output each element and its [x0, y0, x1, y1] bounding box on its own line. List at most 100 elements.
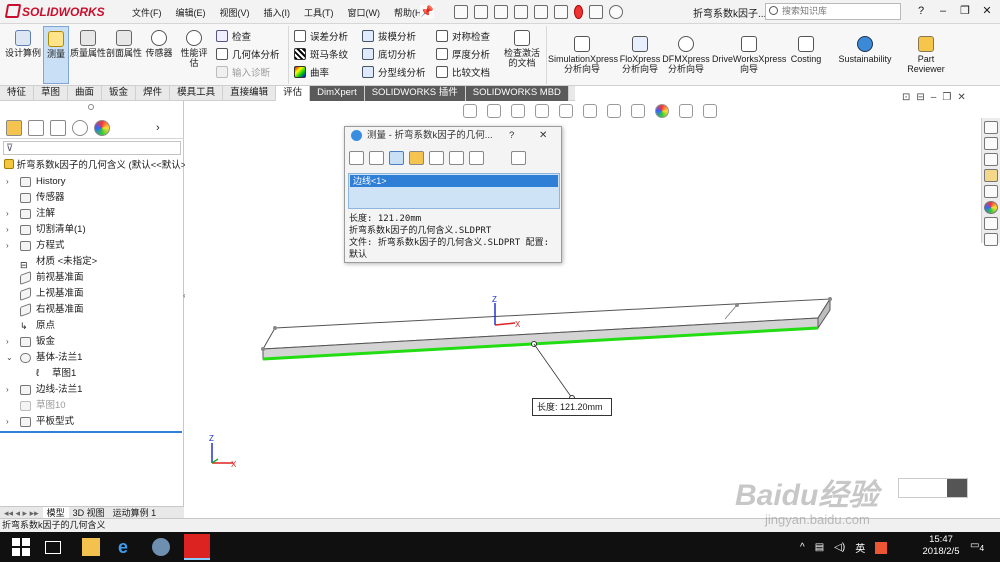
previous-view-icon[interactable]	[511, 104, 525, 118]
clock[interactable]: 15:47 2018/2/5	[918, 534, 964, 558]
tree-item-sensors[interactable]: 传感器	[0, 190, 184, 206]
solidworks-taskbar-icon[interactable]	[184, 534, 210, 560]
simulationxpress-button[interactable]: SimulationXpress 分析向导	[548, 36, 618, 74]
point-to-point-icon[interactable]	[409, 151, 424, 165]
section-view-icon[interactable]	[535, 104, 549, 118]
help-icon[interactable]: ?	[910, 5, 932, 17]
close-button[interactable]: ✕	[976, 4, 998, 17]
tab-features[interactable]: 特征	[0, 86, 35, 101]
undercut-analysis-button[interactable]: 底切分析	[362, 47, 416, 61]
check-active-document-button[interactable]: 检查激活的文档	[500, 30, 544, 68]
zoom-area-icon[interactable]	[487, 104, 501, 118]
display-manager-tab-icon[interactable]	[94, 119, 110, 136]
print-icon[interactable]	[513, 5, 528, 19]
measure-history-icon[interactable]	[449, 151, 464, 165]
symmetry-check-button[interactable]: 对称检查	[436, 29, 490, 43]
minimize-button[interactable]: –	[932, 5, 954, 17]
undo-icon[interactable]	[533, 5, 548, 19]
tab-solidworks-addins[interactable]: SOLIDWORKS 插件	[364, 86, 466, 101]
select-icon[interactable]	[553, 5, 568, 19]
curvature-button[interactable]: 曲率	[294, 65, 329, 79]
restore-button[interactable]: ❐	[954, 4, 976, 17]
tab-dimxpert[interactable]: DimXpert	[310, 86, 365, 101]
costing-button[interactable]: Costing	[786, 36, 826, 64]
draft-analysis-button[interactable]: 拔模分析	[362, 29, 416, 43]
tab-sheet-metal[interactable]: 钣金	[102, 86, 137, 101]
menu-window[interactable]: 窗口(W)	[348, 6, 381, 19]
save-icon[interactable]	[493, 5, 508, 19]
panel-grip-icon[interactable]	[88, 104, 94, 110]
vp-restore-button[interactable]: ❐	[942, 92, 951, 103]
floxpress-button[interactable]: FloXpress 分析向导	[618, 36, 662, 74]
edge-browser-icon[interactable]: e	[118, 538, 136, 556]
xyz-delta-icon[interactable]	[389, 151, 404, 165]
tree-item-annotations[interactable]: › 注解	[0, 206, 184, 222]
menu-tools[interactable]: 工具(T)	[304, 6, 334, 19]
tab-weldments[interactable]: 焊件	[136, 86, 171, 101]
tab-nav-arrows[interactable]: ◂◂ ◂ ▸ ▸▸	[0, 507, 43, 519]
file-explorer-icon[interactable]	[984, 169, 998, 182]
panel-next-icon[interactable]: ›	[156, 122, 160, 134]
dfmxpress-button[interactable]: DFMXpress 分析向导	[662, 36, 710, 74]
tree-item-equations[interactable]: › 方程式	[0, 238, 184, 254]
windows-start-icon[interactable]	[12, 538, 30, 556]
vp-close-button[interactable]: ✕	[957, 92, 965, 103]
measure-help-button[interactable]: ?	[509, 127, 514, 144]
edit-appearance-icon[interactable]	[655, 104, 669, 118]
search-input[interactable]: 搜索知识库	[765, 3, 901, 20]
hide-show-items-icon[interactable]	[631, 104, 645, 118]
driveworksxpress-button[interactable]: DriveWorksXpress 向导	[712, 36, 786, 74]
create-sensor-icon[interactable]	[469, 151, 484, 165]
measure-title-bar[interactable]: 测量 - 折弯系数k因子的几何... ? ✕	[345, 127, 561, 144]
parting-line-analysis-button[interactable]: 分型线分析	[362, 65, 426, 79]
property-manager-tab-icon[interactable]	[28, 119, 44, 136]
tree-item-edge-flange[interactable]: › 边线-法兰1	[0, 382, 184, 398]
app-icon[interactable]	[152, 538, 170, 556]
compare-documents-button[interactable]: 比较文档	[436, 65, 490, 79]
sheet-metal-part[interactable]	[261, 297, 832, 361]
selection-list[interactable]: 边线<1>	[348, 173, 560, 209]
file-explorer-icon[interactable]	[82, 538, 100, 556]
resources-icon[interactable]	[984, 137, 998, 150]
configuration-manager-tab-icon[interactable]	[50, 119, 66, 136]
zoom-fit-icon[interactable]	[463, 104, 477, 118]
tab-direct-editing[interactable]: 直接编辑	[223, 86, 277, 101]
apply-scene-icon[interactable]	[679, 104, 693, 118]
measure-button[interactable]: 测量	[43, 26, 69, 84]
sogou-icon[interactable]	[875, 541, 888, 554]
tree-item-history[interactable]: › History	[0, 174, 184, 190]
expand-collapse-icon[interactable]	[511, 151, 526, 165]
design-study-button[interactable]: 设计算例	[4, 30, 42, 58]
tab-solidworks-mbd[interactable]: SOLIDWORKS MBD	[465, 86, 569, 101]
section-properties-button[interactable]: 剖面属性	[106, 30, 142, 58]
volume-icon[interactable]: ◁)	[834, 542, 845, 553]
view-palette-icon[interactable]	[984, 185, 998, 198]
tree-item-cutlist[interactable]: › 切割清单(1)	[0, 222, 184, 238]
rollback-bar[interactable]	[0, 431, 182, 433]
tree-item-top-plane[interactable]: 上视基准面	[0, 286, 184, 302]
geometry-analysis-button[interactable]: 几何体分析	[216, 47, 280, 61]
import-diagnostics-button[interactable]: 输入诊断	[216, 65, 270, 79]
pin-icon[interactable]: 📌	[420, 5, 434, 19]
check-button[interactable]: 检查	[216, 29, 251, 43]
tab-mold-tools[interactable]: 模具工具	[170, 86, 224, 101]
part-reviewer-button[interactable]: Part Reviewer	[902, 36, 950, 74]
new-document-icon[interactable]	[453, 5, 468, 19]
vp-tile-icon[interactable]: ⊡	[902, 92, 910, 103]
tree-filter-input[interactable]: ⊽	[3, 141, 181, 155]
menu-edit[interactable]: 编辑(E)	[176, 6, 206, 19]
tree-item-right-plane[interactable]: 右视基准面	[0, 302, 184, 318]
view-settings-icon[interactable]	[703, 104, 717, 118]
sensor-button[interactable]: 传感器	[142, 30, 176, 58]
view-orientation-icon[interactable]	[583, 104, 597, 118]
ime-indicator[interactable]: 英	[855, 540, 865, 555]
tree-root[interactable]: 折弯系数k因子的几何含义 (默认<<默认>	[4, 159, 186, 173]
tab-3d-view[interactable]: 3D 视图	[69, 507, 109, 519]
sustainability-button[interactable]: Sustainability	[834, 36, 896, 64]
design-library-icon[interactable]	[984, 153, 998, 166]
zebra-stripes-button[interactable]: 斑马条纹	[294, 47, 348, 61]
notification-icon[interactable]: ▭4	[970, 540, 984, 553]
rebuild-icon[interactable]	[573, 5, 583, 19]
dimxpert-manager-tab-icon[interactable]	[72, 119, 88, 136]
vp-split-icon[interactable]: ⊟	[916, 92, 924, 103]
